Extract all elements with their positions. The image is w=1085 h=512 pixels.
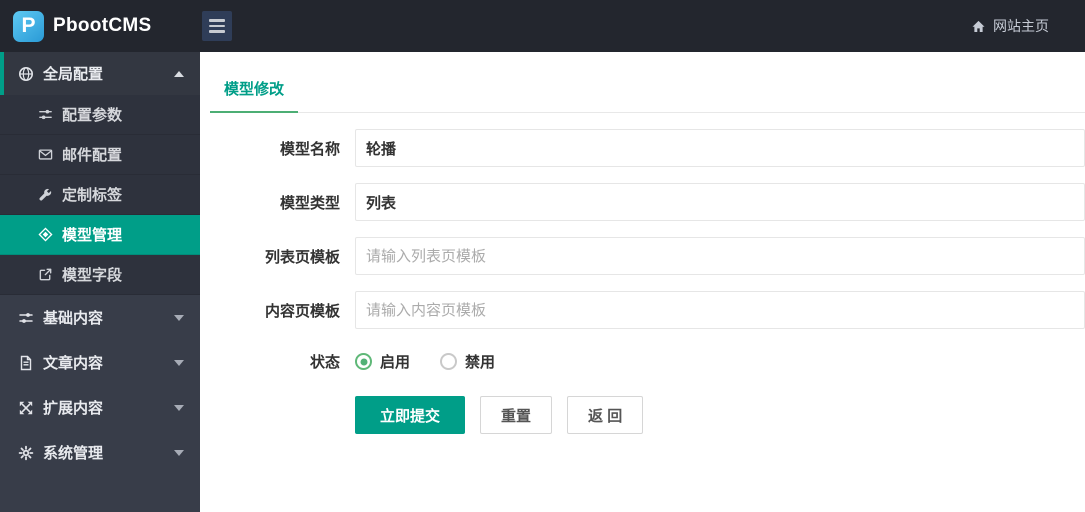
form-row: 列表页模板 bbox=[210, 237, 1085, 275]
main-content: 模型修改 模型名称 模型类型 列表页模板 内容页模板 bbox=[200, 52, 1085, 512]
expand-arrows-icon bbox=[19, 401, 33, 414]
sidebar-item-model-manage[interactable]: 模型管理 bbox=[0, 215, 200, 255]
model-type-label: 模型类型 bbox=[279, 194, 340, 212]
tab-model-edit[interactable]: 模型修改 bbox=[210, 78, 299, 113]
submit-button[interactable]: 立即提交 bbox=[355, 396, 466, 434]
sidebar-item-global-config[interactable]: 全局配置 bbox=[0, 52, 200, 95]
radio-enable-label: 启用 bbox=[380, 354, 411, 371]
content-template-label: 内容页模板 bbox=[264, 302, 340, 320]
radio-enable[interactable]: 启用 bbox=[355, 351, 410, 372]
gear-icon bbox=[18, 445, 34, 460]
reset-button[interactable]: 重置 bbox=[480, 396, 553, 434]
radio-unchecked-icon bbox=[440, 353, 458, 370]
hamburger-menu-icon bbox=[209, 19, 225, 22]
sliders-icon bbox=[39, 109, 52, 120]
sidebar-item-model-fields[interactable]: 模型字段 bbox=[0, 255, 200, 295]
sidebar-item-label: 扩展内容 bbox=[43, 400, 104, 417]
sidebar-item-label: 配置参数 bbox=[62, 107, 123, 124]
main-layout: 全局配置 配置参数 邮件配置 定制标签 模型管理 模型字段 基础内容 文章内容 … bbox=[0, 52, 1085, 512]
sidebar-nav: 全局配置 配置参数 邮件配置 定制标签 模型管理 模型字段 基础内容 文章内容 … bbox=[0, 52, 200, 512]
model-name-input[interactable] bbox=[355, 129, 1085, 167]
sliders-icon bbox=[19, 312, 33, 323]
sidebar-item-extend-content[interactable]: 扩展内容 bbox=[0, 385, 200, 430]
sidebar-item-basic-content[interactable]: 基础内容 bbox=[0, 295, 200, 340]
form-row: 内容页模板 bbox=[210, 291, 1085, 329]
radio-disable-label: 禁用 bbox=[465, 354, 496, 371]
caret-down-icon bbox=[174, 449, 184, 456]
radio-checked-icon bbox=[355, 353, 372, 370]
sidebar-item-mail-config[interactable]: 邮件配置 bbox=[0, 135, 200, 175]
status-row: 状态 启用 禁用 bbox=[210, 351, 1085, 372]
sidebar-item-label: 模型管理 bbox=[62, 227, 123, 244]
site-home-label: 网站主页 bbox=[993, 18, 1049, 34]
sidebar-item-label: 定制标签 bbox=[62, 187, 123, 204]
mail-icon bbox=[38, 149, 53, 160]
caret-down-icon bbox=[174, 404, 184, 411]
site-home-link[interactable]: 网站主页 bbox=[971, 16, 1085, 36]
sidebar-collapse-button[interactable] bbox=[202, 11, 232, 41]
sidebar-item-config-params[interactable]: 配置参数 bbox=[0, 95, 200, 135]
sidebar-item-custom-tags[interactable]: 定制标签 bbox=[0, 175, 200, 215]
pbootcms-logo-icon: P bbox=[13, 10, 44, 42]
sidebar-item-article-content[interactable]: 文章内容 bbox=[0, 340, 200, 385]
form-row: 模型类型 bbox=[210, 183, 1085, 221]
sidebar-item-label: 文章内容 bbox=[43, 355, 104, 372]
topbar: P PbootCMS 网站主页 bbox=[0, 0, 1085, 52]
external-link-icon bbox=[39, 268, 52, 281]
sidebar-item-label: 系统管理 bbox=[43, 445, 104, 462]
list-template-input[interactable] bbox=[355, 237, 1085, 275]
cube-icon bbox=[38, 227, 53, 242]
sidebar-item-label: 邮件配置 bbox=[62, 147, 123, 164]
globe-icon bbox=[19, 66, 33, 81]
sidebar-item-label: 模型字段 bbox=[62, 267, 123, 284]
hamburger-menu-icon bbox=[209, 24, 225, 28]
brand-name: PbootCMS bbox=[53, 15, 152, 36]
sidebar-item-label: 全局配置 bbox=[43, 66, 104, 83]
hamburger-menu-icon bbox=[209, 30, 225, 33]
form-row: 模型名称 bbox=[210, 129, 1085, 167]
sidebar-item-label: 基础内容 bbox=[43, 310, 104, 327]
caret-down-icon bbox=[174, 314, 184, 321]
active-accent-strip bbox=[0, 52, 4, 95]
model-type-input[interactable] bbox=[355, 183, 1085, 221]
document-icon bbox=[20, 355, 32, 370]
global-config-submenu: 配置参数 邮件配置 定制标签 模型管理 模型字段 bbox=[0, 95, 200, 295]
back-button[interactable]: 返 回 bbox=[567, 396, 644, 434]
pbootcms-admin-window: P PbootCMS 网站主页 全局配置 配置参数 邮件配置 定制标签 模型管理… bbox=[0, 0, 1085, 512]
brand-area[interactable]: P PbootCMS bbox=[0, 10, 200, 42]
home-icon bbox=[972, 20, 985, 32]
caret-up-icon bbox=[174, 70, 184, 77]
status-label: 状态 bbox=[309, 354, 340, 371]
caret-down-icon bbox=[174, 359, 184, 366]
sidebar-item-system-manage[interactable]: 系统管理 bbox=[0, 430, 200, 475]
tab-bar: 模型修改 bbox=[210, 78, 1085, 113]
wrench-icon bbox=[39, 188, 52, 201]
list-template-label: 列表页模板 bbox=[264, 248, 340, 266]
model-edit-form: 模型名称 模型类型 列表页模板 内容页模板 状态 bbox=[210, 129, 1085, 434]
button-row: 立即提交 重置 返 回 bbox=[210, 396, 1085, 434]
radio-disable[interactable]: 禁用 bbox=[440, 351, 495, 372]
radio-dot bbox=[360, 358, 367, 365]
content-template-input[interactable] bbox=[355, 291, 1085, 329]
model-name-label: 模型名称 bbox=[279, 140, 340, 158]
